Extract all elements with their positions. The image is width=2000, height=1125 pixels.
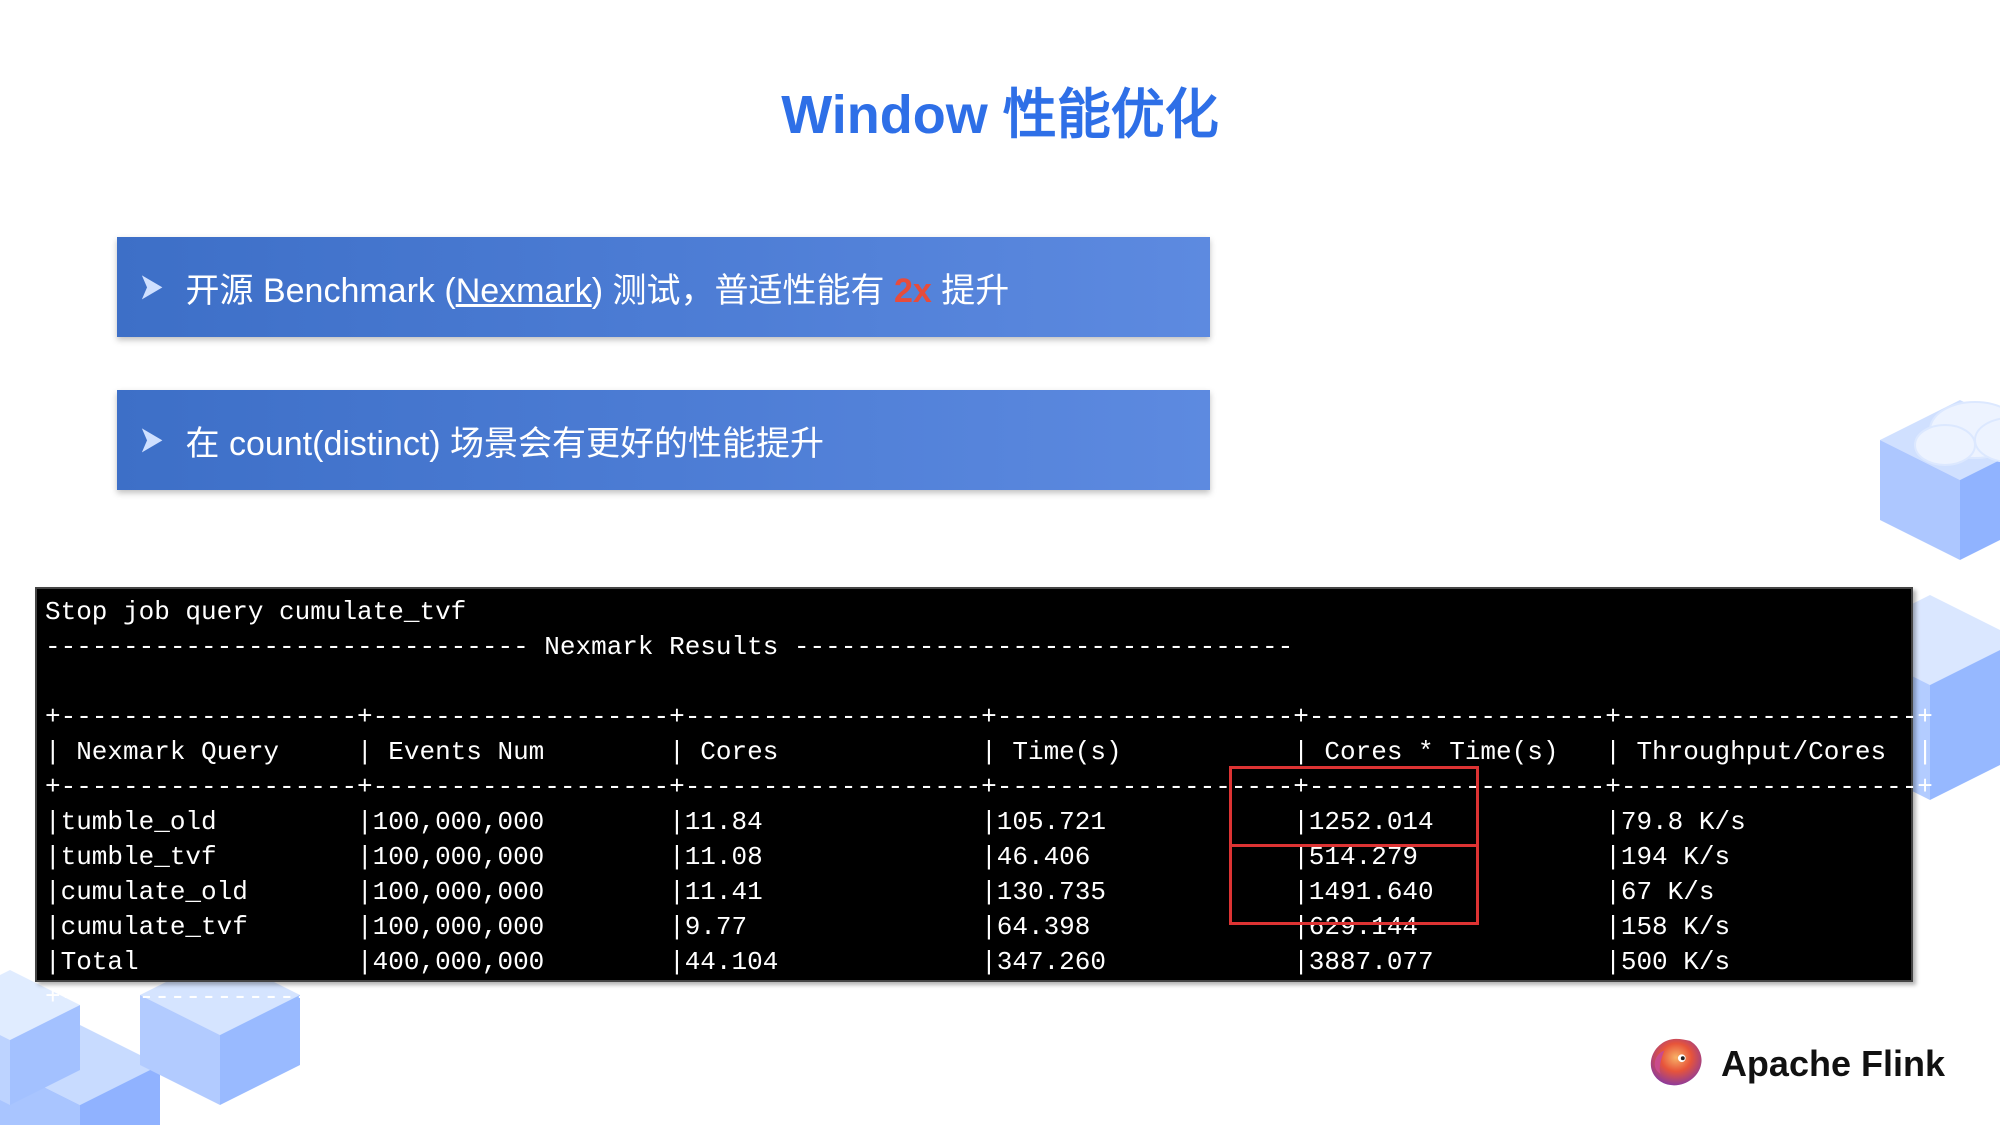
- bullet-count-distinct: ➤ 在 count(distinct) 场景会有更好的性能提升: [117, 390, 1210, 490]
- flink-squirrel-icon: [1645, 1033, 1707, 1095]
- bullet-1-mid: ) 测试，普适性能有: [592, 272, 894, 310]
- chevron-right-icon: ➤: [140, 420, 163, 460]
- bullet-2-text: 在 count(distinct) 场景会有更好的性能提升: [186, 416, 825, 465]
- bullet-1-post: 提升: [932, 272, 1009, 310]
- bullet-benchmark: ➤ 开源 Benchmark (Nexmark) 测试，普适性能有 2x 提升: [117, 237, 1210, 337]
- chevron-right-icon: ➤: [140, 267, 163, 307]
- apache-flink-logo: Apache Flink: [1645, 1033, 1945, 1095]
- bullet-1-red: 2x: [894, 272, 932, 310]
- terminal-output: Stop job query cumulate_tvf ------------…: [35, 587, 1913, 982]
- highlight-box-cumulate: [1229, 844, 1479, 925]
- bullet-1-text: 开源 Benchmark (Nexmark) 测试，普适性能有 2x 提升: [186, 263, 1010, 312]
- slide-title: Window 性能优化: [0, 70, 2000, 149]
- bullet-1-pre: 开源 Benchmark (: [186, 272, 456, 310]
- nexmark-link[interactable]: Nexmark: [456, 272, 592, 310]
- highlight-box-tumble: [1229, 766, 1479, 847]
- logo-text: Apache Flink: [1721, 1043, 1945, 1085]
